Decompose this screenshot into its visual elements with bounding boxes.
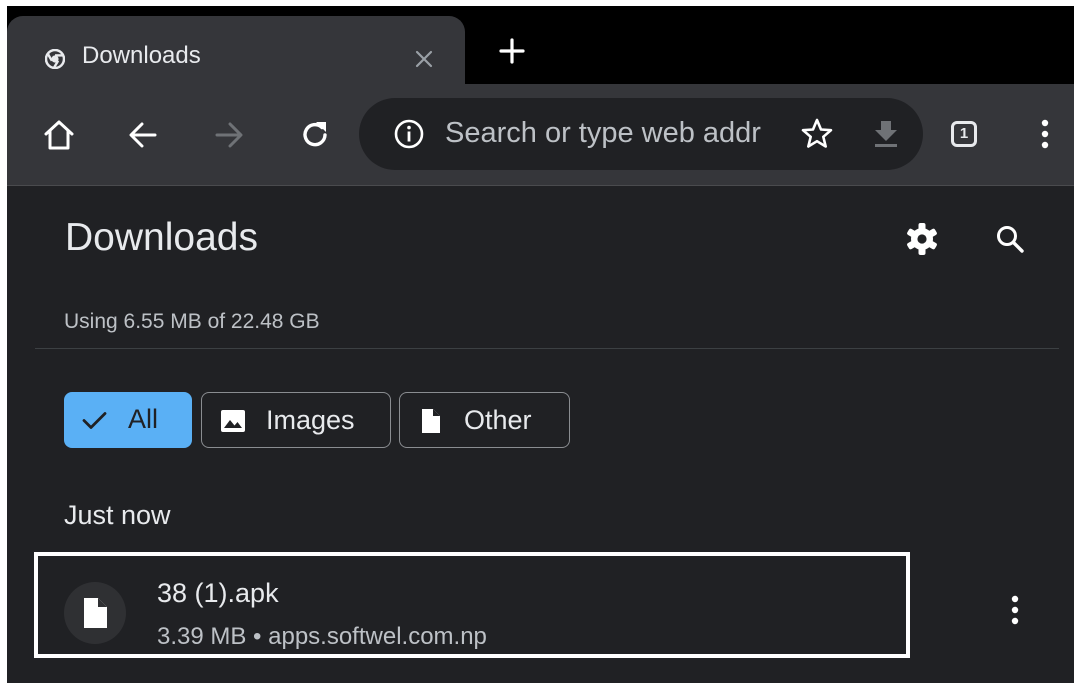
tab-downloads[interactable]: Downloads (7, 16, 465, 84)
filter-chip-label: Other (464, 405, 532, 435)
filter-chip-other[interactable]: Other (399, 392, 570, 448)
more-vert-icon[interactable] (1001, 592, 1029, 628)
file-meta: 3.39 MB • apps.softwel.com.np (157, 623, 487, 650)
filter-chip-label: All (128, 404, 159, 434)
browser-window: Downloads Search or type web addr 1 Down… (7, 6, 1074, 683)
chrome-logo-icon (44, 48, 66, 70)
image-icon (219, 407, 247, 435)
tab-switcher-button[interactable]: 1 (951, 121, 977, 147)
back-arrow-icon[interactable] (125, 117, 161, 153)
forward-arrow-icon[interactable] (211, 117, 247, 153)
omnibox-input[interactable] (445, 117, 785, 150)
star-icon[interactable] (799, 116, 835, 152)
download-item[interactable]: 38 (1).apk 3.39 MB • apps.softwel.com.np (7, 552, 1074, 662)
reload-icon[interactable] (297, 117, 333, 153)
tab-strip: Downloads (7, 6, 1074, 84)
check-icon (80, 406, 108, 434)
more-vert-icon[interactable] (1031, 116, 1059, 152)
file-icon (417, 407, 445, 435)
home-icon[interactable] (41, 117, 77, 153)
close-icon[interactable] (411, 46, 437, 72)
storage-usage-text: Using 6.55 MB of 22.48 GB (64, 310, 320, 333)
gear-icon[interactable] (903, 220, 941, 258)
tab-title: Downloads (82, 42, 201, 69)
file-name: 38 (1).apk (157, 578, 279, 608)
search-icon[interactable] (993, 222, 1027, 256)
omnibox[interactable] (359, 98, 923, 170)
filter-chip-images[interactable]: Images (201, 392, 391, 448)
section-heading: Just now (64, 500, 171, 530)
filter-chip-label: Images (266, 405, 355, 435)
downloads-page: Downloads Using 6.55 MB of 22.48 GB All … (7, 186, 1074, 683)
new-tab-plus-icon[interactable] (495, 34, 529, 68)
divider (35, 348, 1059, 349)
info-icon[interactable] (393, 118, 425, 150)
filter-chip-all[interactable]: All (64, 392, 192, 448)
file-icon (64, 582, 126, 644)
page-title: Downloads (65, 216, 258, 259)
toolbar: 1 (7, 84, 1074, 186)
download-icon[interactable] (869, 116, 903, 150)
